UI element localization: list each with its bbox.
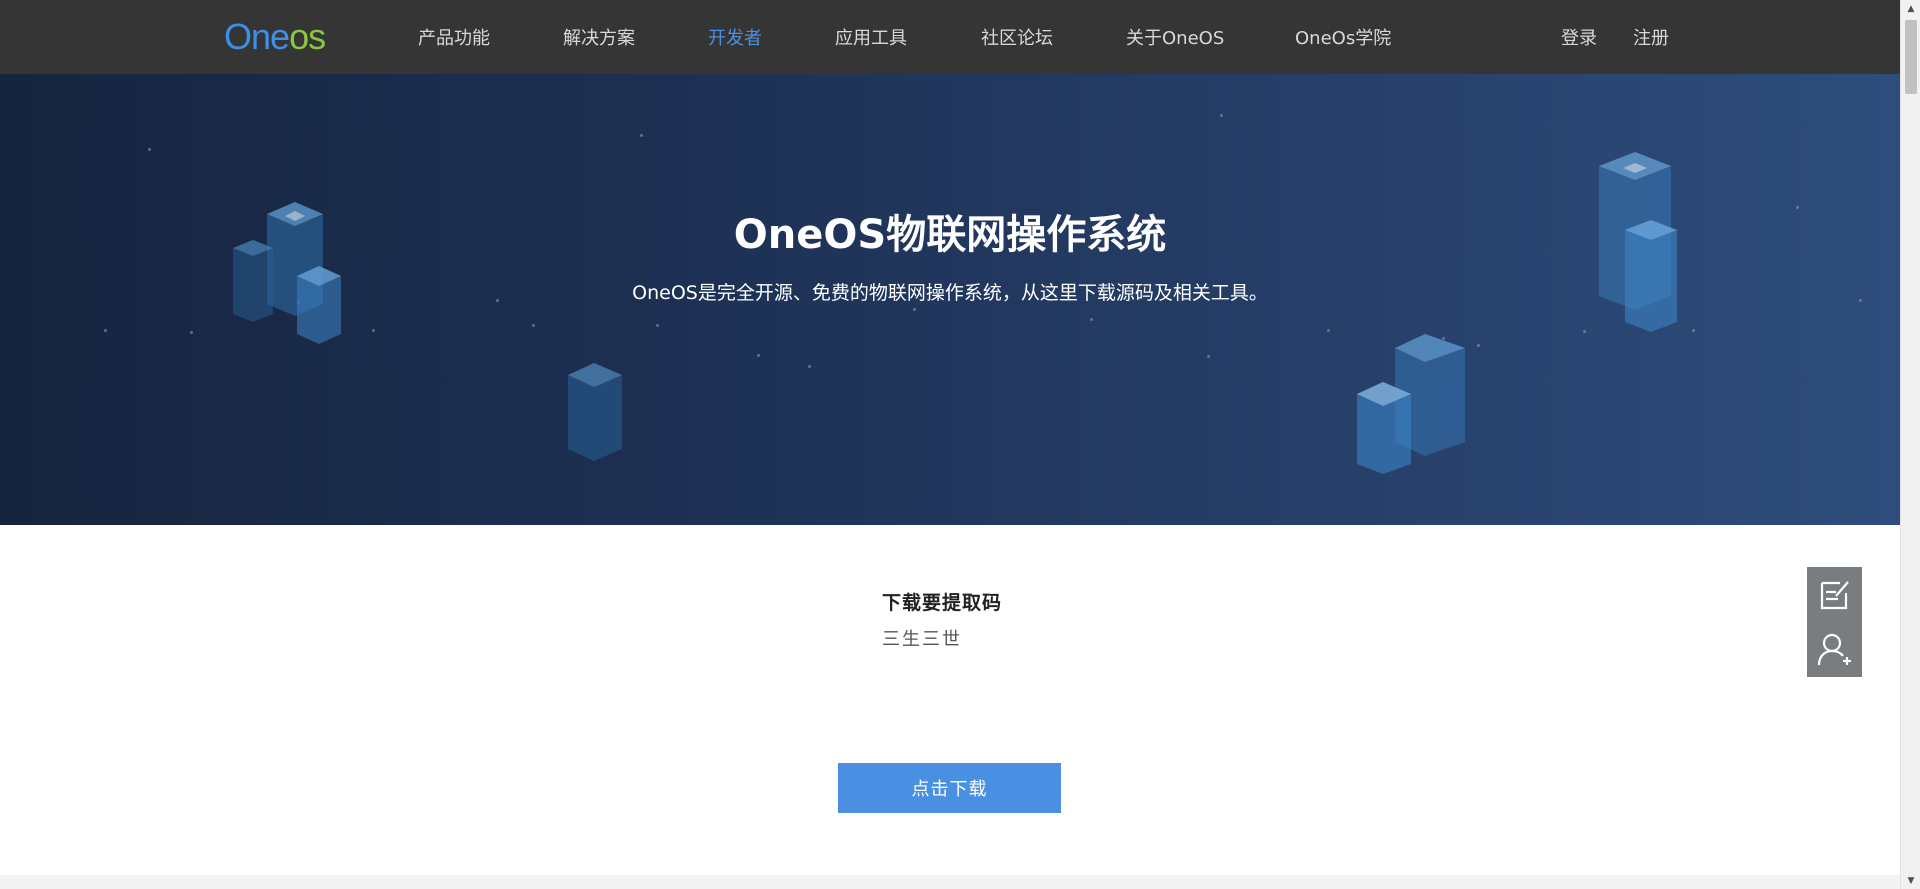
logo-letters-os: os bbox=[289, 16, 326, 57]
register-link[interactable]: 注册 bbox=[1633, 24, 1669, 50]
floating-side-toolbar bbox=[1807, 567, 1862, 677]
banner-star bbox=[1220, 114, 1223, 117]
nav-app-tools[interactable]: 应用工具 bbox=[835, 24, 907, 50]
banner-star bbox=[808, 365, 811, 368]
add-contact-button[interactable] bbox=[1807, 622, 1862, 677]
banner-star bbox=[757, 354, 760, 357]
add-user-icon bbox=[1817, 633, 1851, 665]
scroll-down-arrow-icon[interactable]: ▼ bbox=[1901, 872, 1920, 889]
banner-subtitle: OneOS是完全开源、免费的物联网操作系统，从这里下载源码及相关工具。 bbox=[632, 282, 1268, 304]
extraction-code-title: 下载要提取码 bbox=[882, 592, 1003, 614]
banner-title: OneOS物联网操作系统 bbox=[733, 212, 1167, 258]
banner-star bbox=[190, 331, 193, 334]
banner-star bbox=[1090, 318, 1093, 321]
banner-star bbox=[1692, 329, 1695, 332]
banner-star bbox=[1477, 344, 1480, 347]
banner-star bbox=[1583, 330, 1586, 333]
oneos-logo[interactable]: One os bbox=[224, 15, 326, 59]
banner-star bbox=[532, 324, 535, 327]
login-link[interactable]: 登录 bbox=[1561, 24, 1597, 50]
scroll-up-arrow-icon[interactable]: ▲ bbox=[1901, 0, 1920, 17]
nav-oneos-academy[interactable]: OneOs学院 bbox=[1295, 24, 1391, 50]
edit-note-icon bbox=[1820, 580, 1849, 609]
banner-star bbox=[372, 329, 375, 332]
top-navbar: One os 产品功能 解决方案 开发者 应用工具 社区论坛 关于OneOS On… bbox=[0, 0, 1900, 74]
banner-star bbox=[913, 308, 916, 311]
download-button-label: 点击下载 bbox=[911, 779, 988, 800]
nav-developers[interactable]: 开发者 bbox=[708, 24, 762, 50]
nav-community-forum[interactable]: 社区论坛 bbox=[981, 24, 1053, 50]
banner-star bbox=[656, 324, 659, 327]
scrollbar-thumb[interactable] bbox=[1905, 20, 1917, 94]
banner-star bbox=[148, 148, 151, 151]
hero-banner: OneOS物联网操作系统 OneOS是完全开源、免费的物联网操作系统，从这里下载… bbox=[0, 74, 1900, 525]
server-tower-cluster-bottom-right bbox=[1357, 334, 1465, 474]
footer-strip bbox=[0, 875, 1900, 889]
feedback-button[interactable] bbox=[1807, 567, 1862, 622]
banner-star bbox=[640, 134, 643, 137]
banner-star bbox=[1327, 329, 1330, 332]
extraction-code-value: 三生三世 bbox=[882, 629, 962, 650]
banner-star bbox=[104, 329, 107, 332]
logo-letter-o: O bbox=[224, 16, 252, 57]
server-tower-center bbox=[568, 363, 622, 461]
nav-solutions[interactable]: 解决方案 bbox=[563, 24, 635, 50]
nav-about-oneos[interactable]: 关于OneOS bbox=[1126, 24, 1224, 50]
nav-product-features[interactable]: 产品功能 bbox=[418, 24, 490, 50]
banner-star bbox=[1207, 355, 1210, 358]
vertical-scrollbar[interactable]: ▲ ▼ bbox=[1900, 0, 1920, 889]
download-button[interactable]: 点击下载 bbox=[838, 763, 1061, 813]
logo-letters-ne: ne bbox=[251, 16, 290, 57]
